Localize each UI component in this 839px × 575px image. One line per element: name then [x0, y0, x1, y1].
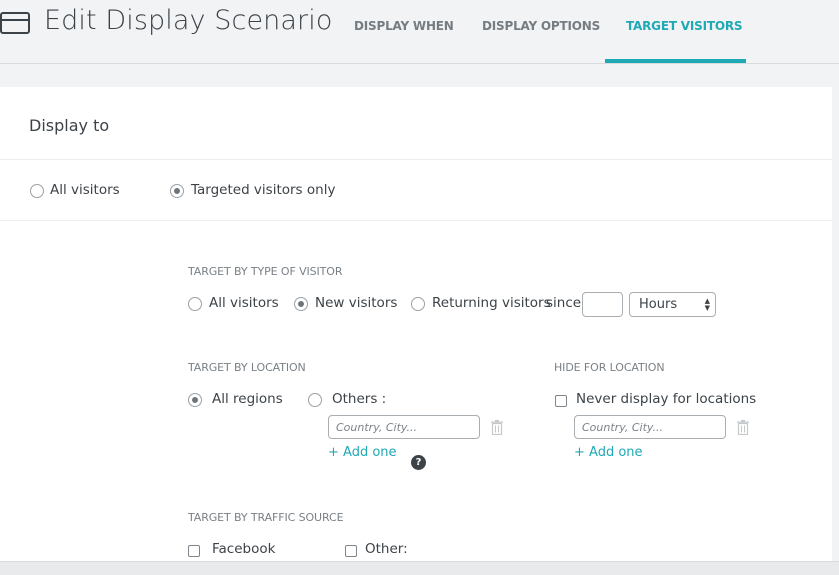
- tab-display-when[interactable]: DISPLAY WHEN: [354, 19, 454, 33]
- trash-icon[interactable]: [737, 420, 749, 435]
- section-heading-location: TARGET BY LOCATION: [188, 361, 306, 374]
- section-heading-type-of-visitor: TARGET BY TYPE OF VISITOR: [188, 265, 343, 278]
- radio-label-location-others: Others :: [332, 391, 387, 407]
- bottom-strip: [0, 561, 839, 575]
- help-icon[interactable]: ?: [411, 455, 426, 470]
- panel-title: Display to: [29, 116, 110, 135]
- add-hide-location-link[interactable]: + Add one: [574, 445, 643, 460]
- tab-target-visitors[interactable]: TARGET VISITORS: [626, 19, 743, 33]
- header-bar: Edit Display Scenario DISPLAY WHEN DISPL…: [0, 0, 839, 64]
- checkbox-label-never-display: Never display for locations: [576, 391, 757, 407]
- time-unit-select[interactable]: Hours ▲ ▼: [629, 292, 716, 317]
- radio-location-all-regions[interactable]: [188, 393, 202, 407]
- checkbox-never-display[interactable]: [555, 395, 567, 407]
- radio-label-type-all-visitors: All visitors: [209, 295, 279, 311]
- radio-label-type-new-visitors: New visitors: [315, 295, 398, 311]
- radio-location-others[interactable]: [308, 393, 322, 407]
- since-label: since: [546, 295, 582, 311]
- radio-label-display-targeted-only: Targeted visitors only: [191, 182, 336, 198]
- tab-display-options[interactable]: DISPLAY OPTIONS: [482, 19, 600, 33]
- hide-location-input[interactable]: [574, 415, 726, 439]
- section-heading-traffic-source: TARGET BY TRAFFIC SOURCE: [188, 511, 344, 524]
- since-amount-input[interactable]: [582, 292, 623, 317]
- radio-label-location-all-regions: All regions: [212, 391, 283, 407]
- select-arrows-icon: ▲ ▼: [704, 297, 710, 312]
- divider: [0, 220, 832, 221]
- active-tab-indicator: [605, 59, 746, 63]
- page-title: Edit Display Scenario: [44, 5, 333, 36]
- checkbox-facebook[interactable]: [188, 545, 200, 557]
- section-heading-hide-location: HIDE FOR LOCATION: [554, 361, 665, 374]
- radio-type-all-visitors[interactable]: [188, 297, 202, 311]
- checkbox-other-source[interactable]: [345, 545, 357, 557]
- add-location-link[interactable]: + Add one: [328, 445, 397, 460]
- divider: [0, 159, 832, 160]
- trash-icon[interactable]: [491, 420, 503, 435]
- window-icon: [0, 12, 30, 34]
- radio-type-new-visitors[interactable]: [294, 297, 308, 311]
- time-unit-selected: Hours: [639, 297, 678, 312]
- radio-display-targeted-only[interactable]: [170, 184, 184, 198]
- location-input[interactable]: [328, 415, 480, 439]
- target-visitors-panel: Display to All visitors Targeted visitor…: [0, 87, 832, 561]
- radio-label-type-returning-visitors: Returning visitors: [432, 295, 551, 311]
- radio-type-returning-visitors[interactable]: [411, 297, 425, 311]
- checkbox-label-other-source: Other:: [365, 541, 408, 557]
- radio-display-all-visitors[interactable]: [30, 184, 44, 198]
- radio-label-display-all-visitors: All visitors: [50, 182, 120, 198]
- checkbox-label-facebook: Facebook: [212, 541, 276, 557]
